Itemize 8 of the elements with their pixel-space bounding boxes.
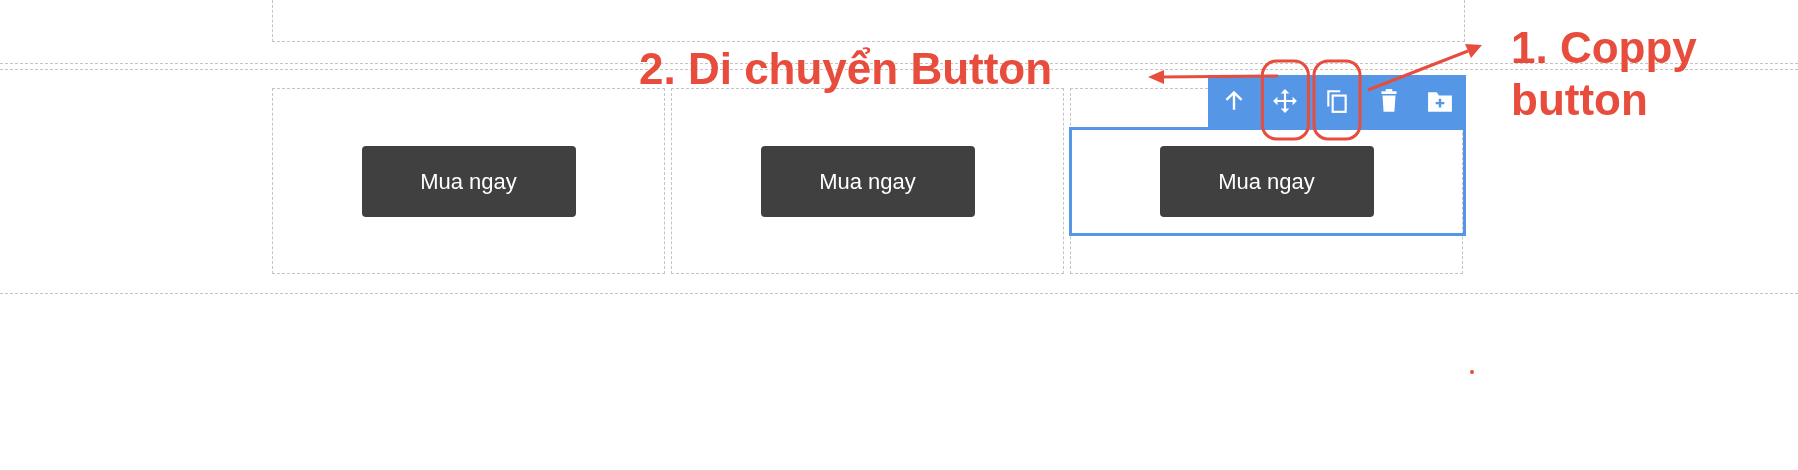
move-icon[interactable] [1272,88,1299,114]
annotation-text: 1. Coppy button [1511,22,1698,126]
annotation-text: 2. Di chuyển Button [639,43,1053,95]
buy-now-button[interactable]: Mua ngay [1159,145,1374,217]
dot-mark [1470,370,1474,374]
buy-now-button[interactable]: Mua ngay [760,145,975,217]
buy-now-button[interactable]: Mua ngay [361,145,576,217]
copy-icon[interactable] [1324,88,1350,114]
